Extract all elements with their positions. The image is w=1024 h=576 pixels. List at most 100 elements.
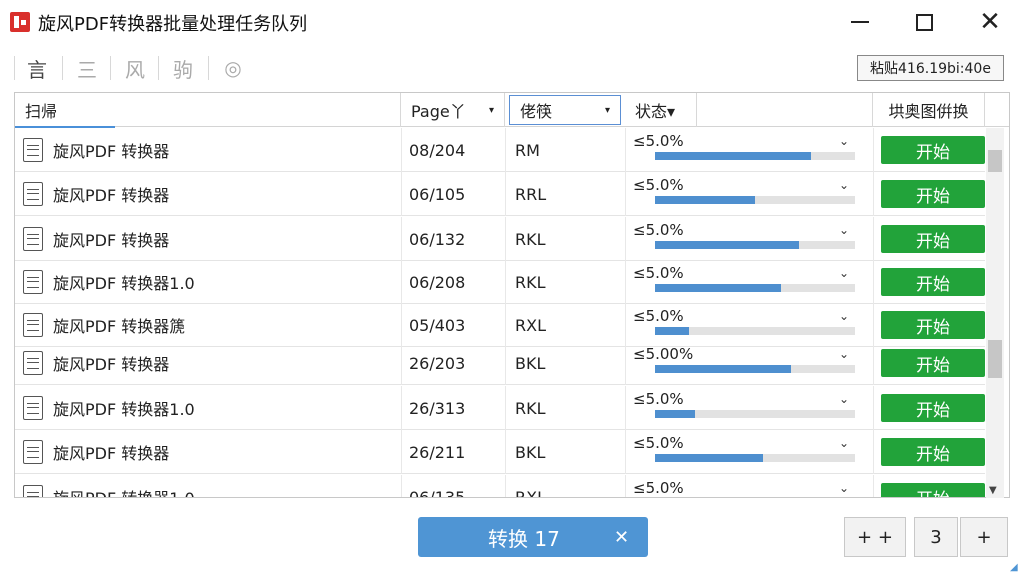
- table-row[interactable]: 旋风PDF 转换器1.0 06/135 RXL ≤5.0% ⌄ 开始: [15, 475, 985, 497]
- progress-percent: ≤5.00%: [633, 345, 694, 363]
- column-header-action[interactable]: 垬奥图倂换: [873, 93, 985, 127]
- wind-icon[interactable]: 风: [118, 54, 152, 82]
- file-name: 旋风PDF 转换器篪: [53, 317, 186, 336]
- progress-bar-fill: [655, 327, 689, 335]
- column-header-type-dropdown[interactable]: 佬筷 ▾: [509, 95, 621, 125]
- progress-bar: [655, 152, 855, 160]
- page-cell: 26/203: [409, 353, 466, 373]
- task-queue-table: 扫帰 Page丫 ▾ 佬筷 ▾ 状态▾ 垬奥图倂换 旋风PDF 转换器 08/2…: [14, 92, 1010, 498]
- add-button[interactable]: +: [960, 517, 1008, 557]
- progress-cell[interactable]: ≤5.0% ⌄: [633, 475, 873, 497]
- resize-grip-icon[interactable]: ◢: [1010, 562, 1018, 573]
- column-divider: [401, 172, 402, 216]
- list-view-icon[interactable]: 言: [20, 54, 54, 82]
- column-header-name[interactable]: 扫帰: [15, 93, 401, 128]
- table-row[interactable]: 旋风PDF 转换器1.0 06/208 RKL ≤5.0% ⌄ 开始: [15, 260, 985, 304]
- scrollbar-thumb[interactable]: [988, 150, 1002, 172]
- chevron-down-icon[interactable]: ⌄: [839, 178, 849, 192]
- column-divider: [505, 341, 506, 385]
- chevron-down-icon[interactable]: ⌄: [839, 266, 849, 280]
- scrollbar-thumb[interactable]: [988, 340, 1002, 378]
- start-cell: 开始: [881, 341, 985, 385]
- progress-cell[interactable]: ≤5.0% ⌄: [633, 386, 873, 430]
- document-icon: [23, 138, 43, 162]
- start-button[interactable]: 开始: [881, 483, 985, 497]
- column-header-type-label: 佬筷: [520, 102, 553, 121]
- chevron-down-icon[interactable]: ⌄: [839, 436, 849, 450]
- progress-cell[interactable]: ≤5.0% ⌄: [633, 217, 873, 261]
- progress-percent: ≤5.0%: [633, 434, 684, 452]
- file-name-cell: 旋风PDF 转换器1.0: [23, 260, 401, 304]
- column-header-status[interactable]: 状态▾: [625, 93, 697, 127]
- start-button[interactable]: 开始: [881, 394, 985, 422]
- close-button[interactable]: ✕: [968, 6, 1012, 38]
- progress-cell[interactable]: ≤5.00% ⌄: [633, 341, 873, 385]
- vertical-scrollbar[interactable]: ▼: [986, 128, 1004, 498]
- start-cell: 开始: [881, 430, 985, 474]
- settings-tag-icon[interactable]: ◎: [216, 54, 250, 82]
- start-button[interactable]: 开始: [881, 268, 985, 296]
- chevron-down-icon[interactable]: ⌄: [839, 481, 849, 495]
- align-icon[interactable]: 三: [70, 54, 104, 82]
- start-button[interactable]: 开始: [881, 438, 985, 466]
- progress-bar: [655, 365, 855, 373]
- file-name-cell: 旋风PDF 转换器: [23, 217, 401, 261]
- table-row[interactable]: 旋风PDF 转换器 26/203 BKL ≤5.00% ⌄ 开始: [15, 341, 985, 385]
- file-name: 旋风PDF 转换器1.0: [53, 400, 195, 419]
- column-divider: [873, 475, 874, 497]
- page-number-button[interactable]: 3: [914, 517, 958, 557]
- scroll-down-arrow-icon[interactable]: ▼: [989, 485, 997, 496]
- add-multiple-button[interactable]: + +: [844, 517, 906, 557]
- progress-percent: ≤5.0%: [633, 221, 684, 239]
- page-cell: 06/208: [409, 272, 466, 292]
- progress-bar-fill: [655, 241, 799, 249]
- progress-bar: [655, 284, 855, 292]
- progress-cell[interactable]: ≤5.0% ⌄: [633, 172, 873, 216]
- table-row[interactable]: 旋风PDF 转换器 26/211 BKL ≤5.0% ⌄ 开始: [15, 430, 985, 474]
- file-name: 旋风PDF 转换器1.0: [53, 485, 195, 497]
- start-button[interactable]: 开始: [881, 311, 985, 339]
- start-cell: 开始: [881, 475, 985, 497]
- file-name: 旋风PDF 转换器: [53, 231, 170, 250]
- progress-cell[interactable]: ≤5.0% ⌄: [633, 128, 873, 172]
- table-row[interactable]: 旋风PDF 转换器 06/105 RRL ≤5.0% ⌄ 开始: [15, 172, 985, 216]
- page-cell: 06/132: [409, 229, 466, 249]
- maximize-button[interactable]: [902, 6, 946, 38]
- chevron-down-icon[interactable]: ⌄: [839, 134, 849, 148]
- column-divider: [401, 128, 402, 172]
- column-header-page[interactable]: Page丫 ▾: [401, 93, 505, 127]
- document-icon: [23, 182, 43, 206]
- page-cell: 26/313: [409, 398, 466, 418]
- convert-tool-icon[interactable]: 驹: [166, 54, 200, 82]
- start-cell: 开始: [881, 217, 985, 261]
- table-row[interactable]: 旋风PDF 转换器1.0 26/313 RKL ≤5.0% ⌄ 开始: [15, 386, 985, 430]
- column-divider: [401, 386, 402, 430]
- column-divider: [873, 172, 874, 216]
- progress-percent: ≤5.0%: [633, 479, 684, 497]
- minimize-button[interactable]: [838, 6, 882, 38]
- progress-percent: ≤5.0%: [633, 390, 684, 408]
- page-cell: 26/211: [409, 442, 466, 462]
- start-cell: 开始: [881, 260, 985, 304]
- chevron-down-icon[interactable]: ⌄: [839, 223, 849, 237]
- chevron-down-icon[interactable]: ⌄: [839, 309, 849, 323]
- column-divider: [873, 386, 874, 430]
- table-row[interactable]: 旋风PDF 转换器 06/132 RKL ≤5.0% ⌄ 开始: [15, 217, 985, 261]
- toolbar-separator: [62, 56, 63, 80]
- close-icon[interactable]: ✕: [614, 527, 629, 548]
- type-cell: BKL: [515, 353, 546, 373]
- type-cell: RM: [515, 140, 540, 160]
- chevron-down-icon[interactable]: ⌄: [839, 347, 849, 361]
- progress-cell[interactable]: ≤5.0% ⌄: [633, 430, 873, 474]
- start-button[interactable]: 开始: [881, 136, 985, 164]
- convert-button[interactable]: 转换 17 ✕: [418, 517, 648, 557]
- column-divider: [401, 430, 402, 474]
- start-cell: 开始: [881, 128, 985, 172]
- table-row[interactable]: 旋风PDF 转换器 08/204 RM ≤5.0% ⌄ 开始: [15, 128, 985, 172]
- chevron-down-icon[interactable]: ⌄: [839, 392, 849, 406]
- start-button[interactable]: 开始: [881, 225, 985, 253]
- progress-cell[interactable]: ≤5.0% ⌄: [633, 260, 873, 304]
- start-button[interactable]: 开始: [881, 349, 985, 377]
- start-button[interactable]: 开始: [881, 180, 985, 208]
- toolbar-separator: [208, 56, 209, 80]
